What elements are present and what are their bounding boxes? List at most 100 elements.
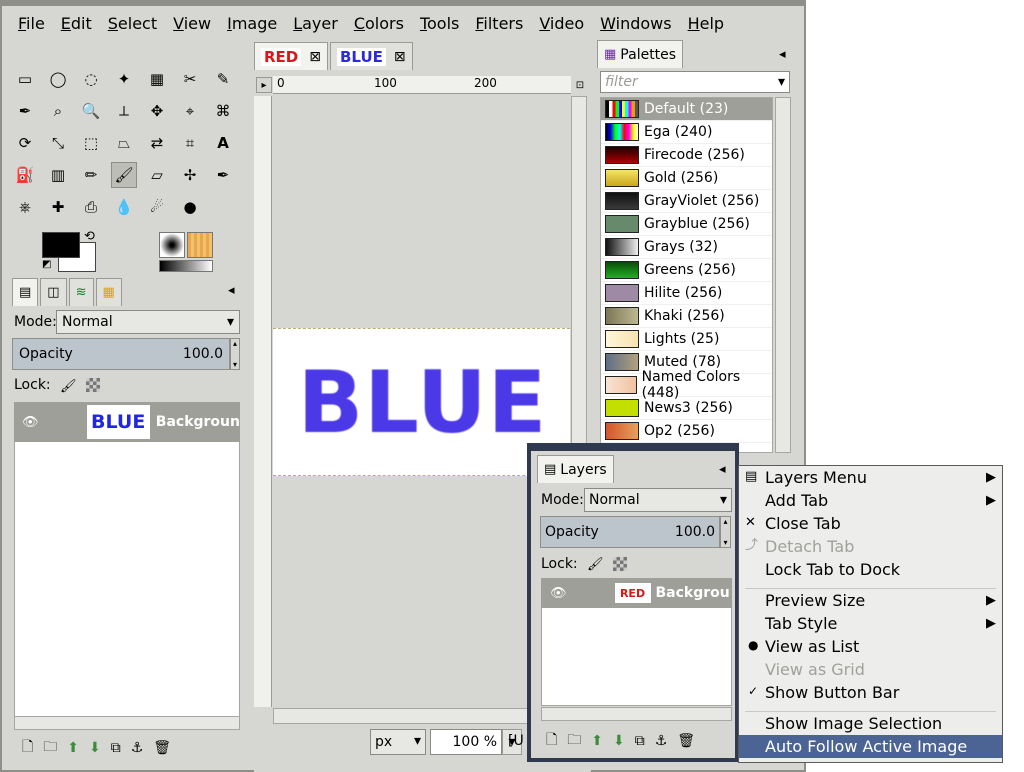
text-icon[interactable]: A	[210, 130, 236, 156]
trash-icon[interactable]: 🗑	[153, 740, 171, 756]
anchor-icon[interactable]: ⚓	[655, 733, 668, 749]
default-colors-icon[interactable]: ◩	[42, 260, 51, 270]
tab-layers-floating[interactable]: ▤ Layers	[537, 455, 614, 483]
unit-select[interactable]: px ▾	[370, 729, 426, 755]
palette-row[interactable]: Grayblue (256)	[601, 213, 772, 236]
tab-patterns[interactable]: ▦	[95, 278, 122, 306]
new-layer-icon[interactable]: 🗋	[546, 729, 557, 753]
image-menu-button[interactable]: ▸	[256, 77, 272, 93]
opacity-spinner[interactable]: ▴ ▾	[230, 338, 240, 370]
dock-menu-icon[interactable]: ◂	[228, 284, 235, 297]
color-picker-icon[interactable]: ⌕	[45, 98, 71, 124]
rotate-icon[interactable]: ⟳	[12, 130, 38, 156]
mode-select[interactable]: Normal ▾	[56, 310, 240, 334]
palette-filter-input[interactable]: filter ▾	[600, 71, 790, 93]
align-icon[interactable]: ⌖	[177, 98, 203, 124]
raise-icon[interactable]: ⬆	[67, 740, 79, 756]
color-select-icon[interactable]: ▦	[144, 66, 170, 92]
opacity-slider[interactable]: Opacity 100.0	[12, 338, 230, 370]
paths-icon[interactable]: ✒	[12, 98, 38, 124]
perspective-icon[interactable]: ⏢	[111, 130, 137, 156]
lock-alpha-icon[interactable]	[86, 378, 100, 392]
lower-icon[interactable]: ⬇	[613, 733, 625, 749]
folder-icon[interactable]: 🗀	[567, 729, 581, 753]
rect-select-icon[interactable]: ▭	[12, 66, 38, 92]
duplicate-icon[interactable]: ⧉	[635, 733, 645, 749]
foreground-color-box[interactable]	[42, 232, 80, 258]
tab-palettes[interactable]: ▦ Palettes	[597, 40, 684, 68]
tab-layers[interactable]: ▤	[12, 278, 39, 306]
scale-icon[interactable]: ⤡	[45, 130, 71, 156]
palette-row[interactable]: Greens (256)	[601, 259, 772, 282]
menu-item-view-as-grid[interactable]: View as Grid	[739, 658, 1002, 681]
menu-item-show-button-bar[interactable]: ✓ Show Button Bar	[739, 681, 1002, 704]
raise-icon[interactable]: ⬆	[591, 733, 603, 749]
airbrush-icon[interactable]: ✢	[177, 162, 203, 188]
smudge-icon[interactable]: ☄	[144, 194, 170, 220]
eye-icon[interactable]: 👁	[550, 587, 567, 600]
trash-icon[interactable]: 🗑	[677, 733, 695, 749]
lock-pixels-icon[interactable]: 🖌	[60, 380, 77, 393]
zoom-lock-icon[interactable]: ⊡	[571, 76, 589, 94]
zoom-input[interactable]: 100 %	[430, 729, 502, 755]
menu-item-detach-tab[interactable]: ⤴ Detach Tab	[739, 535, 1002, 558]
swap-colors-icon[interactable]: ⟲	[84, 230, 95, 243]
scissors-icon[interactable]: ✂	[177, 66, 203, 92]
flip-icon[interactable]: ⇄	[144, 130, 170, 156]
lock-pixels-icon[interactable]: 🖌	[587, 558, 604, 571]
menu-item-close-tab[interactable]: ✕ Close Tab	[739, 512, 1002, 535]
fuzzy-select-icon[interactable]: ✦	[111, 66, 137, 92]
palettes-vscroll[interactable]	[775, 97, 791, 453]
menu-colors[interactable]: Colors	[354, 14, 404, 33]
duplicate-icon[interactable]: ⧉	[111, 740, 121, 756]
floating-layer-row[interactable]: 👁 RED Backgrou	[541, 578, 732, 608]
menu-item-preview-size[interactable]: Preview Size ▶	[739, 589, 1002, 612]
dock-menu-icon[interactable]: ◂	[719, 463, 726, 476]
menu-item-tab-style[interactable]: Tab Style ▶	[739, 612, 1002, 635]
clone-icon[interactable]: ⎈	[12, 194, 38, 220]
blend-icon[interactable]: ▥	[45, 162, 71, 188]
palette-row[interactable]: Firecode (256)	[601, 144, 772, 167]
menu-item-show-image-selection[interactable]: Show Image Selection	[739, 712, 1002, 735]
dodge-burn-icon[interactable]: ●	[177, 194, 203, 220]
lower-icon[interactable]: ⬇	[89, 740, 101, 756]
brush-preview[interactable]	[159, 232, 185, 258]
blur-icon[interactable]: 💧	[111, 194, 137, 220]
bucket-fill-icon[interactable]: ⛽	[12, 162, 38, 188]
tab-paths[interactable]: ≋	[68, 278, 94, 306]
menu-item-layers-menu[interactable]: ▤ Layers Menu ▶	[739, 466, 1002, 489]
layers-mode-select[interactable]: Normal ▾	[584, 488, 732, 512]
layer-row-background[interactable]: 👁 BLUE Backgroun	[14, 402, 240, 442]
gradient-preview[interactable]	[159, 260, 213, 272]
menu-edit[interactable]: Edit	[61, 14, 92, 33]
menu-windows[interactable]: Windows	[600, 14, 671, 33]
eye-icon[interactable]: 👁	[22, 416, 39, 429]
menu-select[interactable]: Select	[108, 14, 157, 33]
palette-row[interactable]: Named Colors (448)	[601, 369, 772, 401]
tab-channels[interactable]: ◫	[40, 278, 67, 306]
menu-file[interactable]: File	[18, 14, 45, 33]
move-icon[interactable]: ✥	[144, 98, 170, 124]
palette-row[interactable]: Hilite (256)	[601, 282, 772, 305]
lock-alpha-icon[interactable]	[613, 557, 627, 571]
floating-layers-hscroll[interactable]	[541, 707, 732, 721]
ellipse-select-icon[interactable]: ◯	[45, 66, 71, 92]
palette-row[interactable]: Gold (256)	[601, 167, 772, 190]
layers-hscroll[interactable]	[14, 716, 240, 730]
menu-image[interactable]: Image	[227, 14, 277, 33]
palette-row[interactable]: Op2 (256)	[601, 420, 772, 443]
palette-row[interactable]: Grays (32)	[601, 236, 772, 259]
tab-blue[interactable]: BLUE ⊠	[329, 42, 413, 70]
new-layer-icon[interactable]: 🗋	[22, 736, 33, 760]
menu-item-auto-follow-active-image[interactable]: Auto Follow Active Image	[739, 735, 1002, 758]
menu-video[interactable]: Video	[539, 14, 584, 33]
menu-tools[interactable]: Tools	[420, 14, 459, 33]
menu-view[interactable]: View	[173, 14, 211, 33]
zoom-icon[interactable]: 🔍	[78, 98, 104, 124]
anchor-icon[interactable]: ⚓	[131, 740, 144, 756]
layers-opacity-slider[interactable]: Opacity 100.0	[540, 516, 720, 548]
palette-row[interactable]: Khaki (256)	[601, 305, 772, 328]
palette-row[interactable]: Default (23)	[601, 98, 772, 121]
palette-row[interactable]: GrayViolet (256)	[601, 190, 772, 213]
dock-menu-icon[interactable]: ◂	[779, 48, 786, 61]
